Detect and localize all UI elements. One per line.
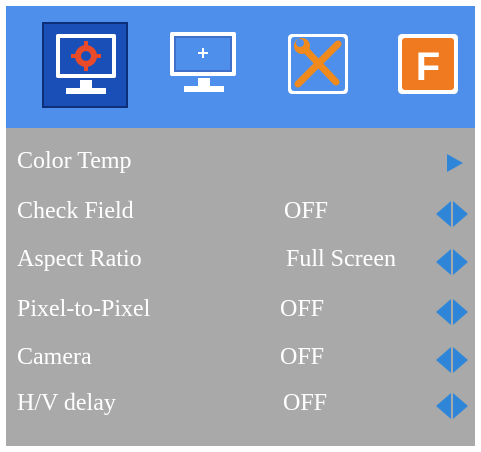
menu-item-value: OFF bbox=[284, 198, 329, 224]
osd-menu: F Color Temp Check Field OFF Aspect Rati… bbox=[6, 6, 475, 446]
left-right-arrows-icon[interactable] bbox=[435, 346, 469, 374]
menu-item-label: Camera bbox=[17, 344, 92, 370]
menu-item-label: Check Field bbox=[17, 198, 134, 224]
menu-item-label: H/V delay bbox=[17, 390, 116, 416]
menu-item-label: Pixel-to-Pixel bbox=[17, 296, 151, 322]
menu-item-camera[interactable]: Camera OFF bbox=[6, 340, 475, 380]
menu-item-value: OFF bbox=[283, 390, 328, 416]
left-right-arrows-icon[interactable] bbox=[435, 200, 469, 228]
menu-item-value: OFF bbox=[280, 296, 325, 322]
menu-item-label: Aspect Ratio bbox=[17, 246, 142, 272]
tab-tools[interactable] bbox=[276, 22, 362, 108]
wrench-screwdriver-icon bbox=[288, 34, 348, 94]
tab-picture[interactable] bbox=[42, 22, 128, 108]
menu-item-hv-delay[interactable]: H/V delay OFF bbox=[6, 386, 475, 426]
menu-item-aspect-ratio[interactable]: Aspect Ratio Full Screen bbox=[6, 242, 475, 282]
menu-item-check-field[interactable]: Check Field OFF bbox=[6, 194, 475, 234]
gear-monitor-icon bbox=[56, 34, 116, 94]
menu-item-label: Color Temp bbox=[17, 148, 132, 174]
left-right-arrows-icon[interactable] bbox=[435, 392, 469, 420]
tab-display[interactable] bbox=[162, 22, 248, 108]
menu-item-pixel-to-pixel[interactable]: Pixel-to-Pixel OFF bbox=[6, 292, 475, 332]
left-right-arrows-icon[interactable] bbox=[435, 248, 469, 276]
menu-item-value: Full Screen bbox=[286, 246, 396, 272]
submenu-arrow-icon[interactable] bbox=[445, 152, 465, 174]
tab-function[interactable]: F bbox=[386, 22, 472, 108]
crosshair-monitor-icon bbox=[170, 32, 236, 92]
menu-tab-bar: F bbox=[6, 6, 475, 128]
left-right-arrows-icon[interactable] bbox=[435, 298, 469, 326]
function-glyph: F bbox=[416, 45, 440, 89]
f-letter-icon: F bbox=[398, 34, 458, 94]
menu-item-value: OFF bbox=[280, 344, 325, 370]
menu-item-color-temp[interactable]: Color Temp bbox=[6, 144, 475, 184]
